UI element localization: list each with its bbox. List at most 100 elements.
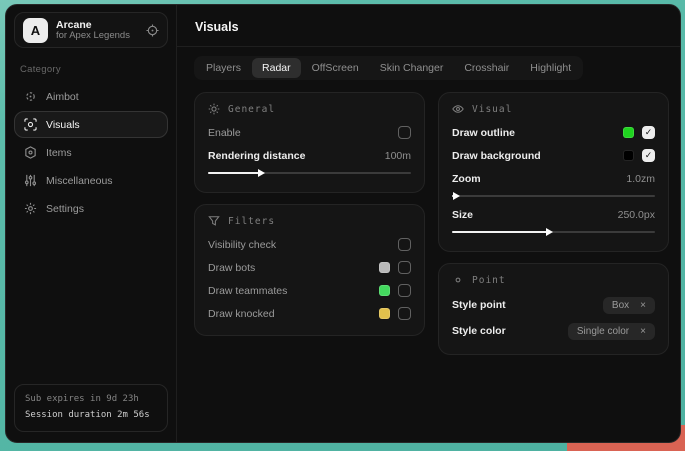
size-row: Size 250.0px	[452, 204, 655, 225]
visual-panel: Visual Draw outline ✓ Draw background	[438, 92, 669, 252]
tab-bar: Players Radar OffScreen Skin Changer Cro…	[194, 56, 583, 80]
zoom-label: Zoom	[452, 173, 481, 185]
sidebar-item-aimbot[interactable]: Aimbot	[14, 83, 168, 110]
visual-panel-title: Visual	[472, 104, 512, 115]
draw-bots-color-swatch[interactable]	[379, 262, 390, 273]
sidebar-item-label: Items	[46, 147, 72, 159]
tab-offscreen[interactable]: OffScreen	[302, 58, 369, 78]
settings-content: General Enable ✓ Rendering distance 100m	[177, 80, 680, 355]
draw-knocked-checkbox[interactable]: ✓	[398, 307, 411, 320]
style-color-select[interactable]: Single color ×	[568, 323, 655, 340]
tab-skin-changer[interactable]: Skin Changer	[370, 58, 454, 78]
funnel-icon	[208, 215, 220, 227]
page-title: Visuals	[195, 20, 662, 34]
draw-outline-checkbox[interactable]: ✓	[642, 126, 655, 139]
size-value: 250.0px	[618, 209, 655, 221]
zoom-value: 1.0zm	[626, 173, 655, 185]
sidebar-item-label: Settings	[46, 203, 84, 215]
right-column: Visual Draw outline ✓ Draw background	[438, 92, 669, 355]
main-content: Visuals Players Radar OffScreen Skin Cha…	[177, 5, 680, 442]
draw-teammates-label: Draw teammates	[208, 285, 287, 297]
draw-teammates-checkbox[interactable]: ✓	[398, 284, 411, 297]
eye-icon	[452, 103, 464, 115]
style-point-select[interactable]: Box ×	[603, 297, 655, 314]
size-slider[interactable]	[452, 227, 655, 237]
sliders-icon	[24, 174, 37, 187]
slider-fill	[452, 231, 549, 233]
filters-panel: Filters Visibility check ✓ Draw bots ✓	[194, 204, 425, 336]
slider-fill	[208, 172, 261, 174]
slider-thumb[interactable]	[453, 192, 460, 200]
app-subtitle: for Apex Legends	[56, 31, 138, 42]
draw-background-checkbox[interactable]: ✓	[642, 149, 655, 162]
draw-bots-label: Draw bots	[208, 262, 255, 274]
tabs-row: Players Radar OffScreen Skin Changer Cro…	[177, 47, 680, 80]
point-panel-title: Point	[472, 275, 506, 286]
gear-icon	[24, 202, 37, 215]
draw-background-color-swatch[interactable]	[623, 150, 634, 161]
app-name: Arcane	[56, 19, 138, 31]
arcane-window: A Arcane for Apex Legends Category Aimbo…	[5, 4, 681, 443]
main-header: Visuals	[177, 5, 680, 47]
target-icon[interactable]	[146, 24, 159, 37]
general-panel-title: General	[228, 104, 275, 115]
visibility-check-row: Visibility check ✓	[208, 234, 411, 255]
sidebar-item-settings[interactable]: Settings	[14, 195, 168, 222]
scan-icon	[24, 118, 37, 131]
app-meta: Arcane for Apex Legends	[56, 19, 138, 42]
visual-panel-header: Visual	[452, 103, 655, 115]
draw-background-label: Draw background	[452, 150, 541, 162]
draw-outline-row: Draw outline ✓	[452, 122, 655, 143]
sidebar-item-items[interactable]: Items	[14, 139, 168, 166]
draw-bots-checkbox[interactable]: ✓	[398, 261, 411, 274]
tab-crosshair[interactable]: Crosshair	[454, 58, 519, 78]
size-label: Size	[452, 209, 473, 221]
category-label: Category	[20, 64, 162, 75]
style-color-value: Single color	[577, 326, 629, 337]
clear-icon[interactable]: ×	[640, 300, 646, 311]
left-column: General Enable ✓ Rendering distance 100m	[194, 92, 425, 336]
tab-radar[interactable]: Radar	[252, 58, 301, 78]
dot-icon	[452, 274, 464, 286]
box-icon	[24, 146, 37, 159]
draw-background-row: Draw background ✓	[452, 145, 655, 166]
sidebar-item-miscellaneous[interactable]: Miscellaneous	[14, 167, 168, 194]
sun-icon	[208, 103, 220, 115]
draw-teammates-color-swatch[interactable]	[379, 285, 390, 296]
slider-track	[452, 195, 655, 197]
style-point-row: Style point Box ×	[452, 293, 655, 317]
slider-thumb[interactable]	[258, 169, 265, 177]
general-panel: General Enable ✓ Rendering distance 100m	[194, 92, 425, 193]
clear-icon[interactable]: ×	[640, 326, 646, 337]
enable-label: Enable	[208, 127, 241, 139]
visibility-check-checkbox[interactable]: ✓	[398, 238, 411, 251]
sidebar-item-label: Visuals	[46, 119, 80, 131]
sub-expiry-text: Sub expires in 9d 23h	[25, 392, 157, 407]
session-duration-text: Session duration 2m 56s	[25, 408, 157, 423]
rendering-distance-value: 100m	[385, 150, 411, 162]
tab-highlight[interactable]: Highlight	[520, 58, 581, 78]
app-header-card: A Arcane for Apex Legends	[14, 12, 168, 48]
zoom-row: Zoom 1.0zm	[452, 168, 655, 189]
draw-knocked-color-swatch[interactable]	[379, 308, 390, 319]
app-logo: A	[23, 18, 48, 43]
point-panel: Point Style point Box × Style color Sing…	[438, 263, 669, 355]
rendering-distance-slider[interactable]	[208, 168, 411, 178]
enable-checkbox[interactable]: ✓	[398, 126, 411, 139]
tab-players[interactable]: Players	[196, 58, 251, 78]
draw-outline-color-swatch[interactable]	[623, 127, 634, 138]
sidebar-item-visuals[interactable]: Visuals	[14, 111, 168, 138]
general-panel-header: General	[208, 103, 411, 115]
zoom-slider[interactable]	[452, 191, 655, 201]
filters-panel-title: Filters	[228, 216, 275, 227]
filters-panel-header: Filters	[208, 215, 411, 227]
draw-bots-row: Draw bots ✓	[208, 257, 411, 278]
point-panel-header: Point	[452, 274, 655, 286]
crosshair-icon	[24, 90, 37, 103]
sidebar-item-label: Miscellaneous	[46, 175, 113, 187]
sidebar-item-label: Aimbot	[46, 91, 79, 103]
style-point-label: Style point	[452, 299, 506, 311]
draw-knocked-row: Draw knocked ✓	[208, 303, 411, 324]
style-color-row: Style color Single color ×	[452, 319, 655, 343]
slider-thumb[interactable]	[546, 228, 553, 236]
